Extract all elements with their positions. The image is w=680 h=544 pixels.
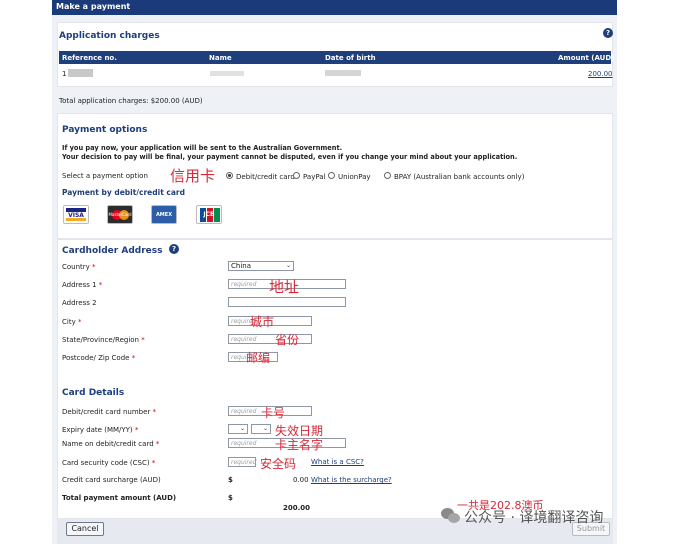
total-charges: Total application charges: $200.00 (AUD) (59, 97, 203, 105)
row-amount-link[interactable]: 200.00 (588, 70, 613, 78)
postcode-label: Postcode/ Zip Code * (62, 354, 136, 362)
option-bpay-label: BPAY (Australian bank accounts only) (394, 173, 525, 181)
address2-label: Address 2 (62, 299, 97, 307)
col-dob: Date of birth (325, 54, 376, 62)
address2-input[interactable] (228, 297, 346, 307)
surcharge-currency: $ (228, 476, 233, 484)
state-input[interactable]: required (228, 334, 312, 344)
state-label: State/Province/Region * (62, 336, 145, 344)
annotation-address: 地址 (269, 278, 300, 296)
redacted-name (210, 71, 244, 76)
total-value: 200.00 (283, 504, 311, 512)
csc-label: Card security code (CSC) * (62, 459, 156, 467)
annotation-state: 省份 (275, 333, 300, 347)
radio-card[interactable] (226, 172, 233, 179)
expiry-label: Expiry date (MM/YY) * (62, 426, 139, 434)
watermark-text: 公众号 · 译境翻译咨询 (464, 510, 604, 526)
visa-card-icon: VISA (63, 205, 89, 224)
help-icon[interactable]: ? (169, 244, 179, 254)
surcharge-label: Credit card surcharge (AUD) (62, 476, 161, 484)
redacted-dob (325, 70, 361, 76)
surcharge-value: 0.00 (293, 476, 309, 484)
pay-by-card-label: Payment by debit/credit card (62, 188, 185, 197)
application-charges-title: Application charges (59, 31, 160, 41)
card-name-label: Name on debit/credit card * (62, 440, 160, 448)
select-payment-label: Select a payment option (62, 172, 148, 180)
radio-paypal[interactable] (293, 172, 300, 179)
annotation-csc: 安全码 (260, 457, 297, 471)
annotation-name: 卡主名字 (275, 438, 324, 452)
csc-input[interactable]: required (228, 457, 256, 467)
payment-options-title: Payment options (62, 125, 148, 135)
radio-bpay[interactable] (384, 172, 391, 179)
annotation-card: 信用卡 (170, 167, 216, 185)
surcharge-help-link[interactable]: What is the surcharge? (311, 476, 392, 484)
city-label: City * (62, 318, 82, 326)
annotation-number: 卡号 (261, 406, 286, 420)
redacted-reference (68, 69, 93, 77)
country-select[interactable]: China ⌄ (228, 261, 294, 271)
help-icon[interactable]: ? (603, 28, 613, 38)
card-details-title: Card Details (62, 388, 125, 398)
card-number-label: Debit/credit card number * (62, 408, 157, 416)
csc-help-link[interactable]: What is a CSC? (311, 458, 364, 466)
col-name: Name (209, 54, 232, 62)
wechat-icon (441, 508, 461, 524)
amex-card-icon: AMEX (151, 205, 177, 224)
page-title: Make a payment (56, 2, 131, 11)
payment-notice-line1: If you pay now, your application will be… (62, 144, 343, 152)
expiry-month-select[interactable]: ⌄ (228, 424, 248, 434)
total-payment-label: Total payment amount (AUD) (62, 494, 177, 502)
total-currency: $ (228, 494, 233, 502)
page-header: Make a payment (52, 0, 617, 15)
cancel-button[interactable]: Cancel (66, 522, 104, 536)
address1-label: Address 1 * (62, 281, 103, 289)
col-amount: Amount (AUD) (558, 54, 615, 62)
option-unionpay-label: UnionPay (338, 173, 371, 181)
annotation-postcode: 邮编 (246, 351, 271, 365)
payment-notice-line2: Your decision to pay will be final, your… (62, 153, 518, 161)
col-reference: Reference no. (62, 54, 117, 62)
country-label: Country * (62, 263, 96, 271)
row-reference: 1 (62, 70, 67, 78)
radio-unionpay[interactable] (328, 172, 335, 179)
cardholder-title: Cardholder Address (62, 246, 163, 256)
option-paypal-label: PayPal (303, 173, 326, 181)
option-card-label: Debit/credit card (236, 173, 295, 181)
jcb-card-icon: JCB (196, 205, 222, 224)
expiry-year-select[interactable]: ⌄ (251, 424, 271, 434)
annotation-city: 城市 (250, 315, 275, 329)
mastercard-icon: MasterCard (107, 205, 133, 224)
